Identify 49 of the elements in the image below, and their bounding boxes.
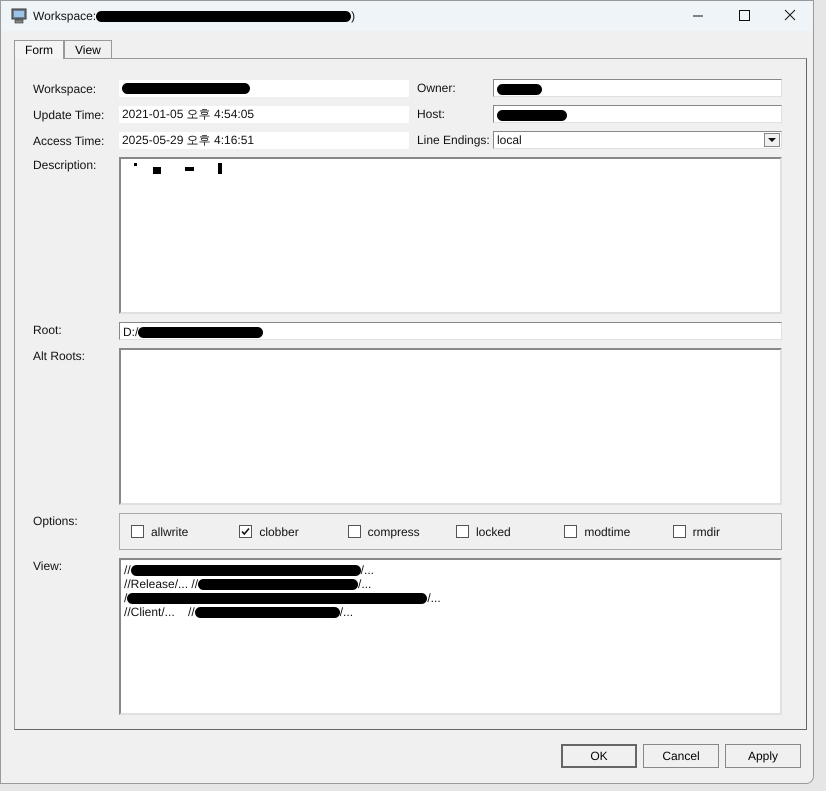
view-text: /... [427, 591, 441, 605]
line-endings-dropdown[interactable]: local [493, 131, 782, 149]
checkbox-label: compress [368, 524, 420, 538]
field-label: Root: [33, 322, 63, 337]
view-text: //Release/... // [124, 577, 198, 591]
checkbox[interactable] [456, 525, 469, 538]
workspace-field[interactable] [119, 80, 409, 96]
view-text: /... [340, 605, 354, 619]
view-text: / [124, 591, 128, 605]
dialog-button[interactable]: OK [561, 744, 637, 768]
view-text: /... [358, 577, 372, 591]
field-label: Description: [33, 157, 98, 172]
field-label: Host: [416, 107, 446, 121]
checkbox[interactable] [672, 525, 686, 538]
root-field[interactable]: D:/ [119, 322, 782, 340]
description-field[interactable] [119, 157, 782, 314]
checkbox[interactable] [131, 525, 144, 538]
field-label: Line Endings: [416, 133, 491, 147]
field-label: Options: [33, 513, 79, 528]
field-label: Alt Roots: [33, 348, 86, 363]
tab[interactable]: Form [14, 40, 64, 59]
checkbox[interactable] [564, 525, 578, 538]
computer-icon [11, 8, 27, 24]
tab[interactable]: View [64, 40, 112, 58]
window-title-end: ) [351, 9, 356, 23]
field-label: Owner: [416, 81, 457, 95]
field-label: View: [33, 558, 64, 573]
dialog-button[interactable]: Cancel [643, 744, 719, 768]
checkbox[interactable] [239, 525, 252, 538]
checkbox-label: clobber [259, 524, 299, 538]
access-time-field[interactable]: 2025-05-29 오후 4:16:51 [119, 132, 409, 148]
alt-roots-field[interactable] [119, 348, 782, 505]
field-label: Update Time: [33, 106, 106, 122]
view-field[interactable]: // /... //Release/... // /... / /... //Client/... // /... [119, 558, 782, 715]
field-label: Workspace: [33, 80, 98, 96]
field-label: Access Time: [33, 132, 106, 148]
dialog-button[interactable]: Apply [725, 744, 801, 768]
update-time-field[interactable]: 2021-01-05 오후 4:54:05 [119, 106, 409, 122]
owner-field[interactable] [493, 79, 782, 97]
checkbox[interactable] [348, 525, 361, 538]
view-text: /... [360, 563, 374, 577]
window-title: Workspace: [33, 9, 96, 23]
host-field[interactable] [493, 105, 782, 123]
checkbox-label: modtime [584, 524, 630, 538]
checkbox-label: locked [476, 524, 511, 538]
checkbox-label: rmdir [692, 524, 720, 538]
view-text: //Client/... // [124, 605, 195, 619]
checkbox-label: allwrite [151, 524, 188, 538]
view-text: // [124, 563, 131, 577]
